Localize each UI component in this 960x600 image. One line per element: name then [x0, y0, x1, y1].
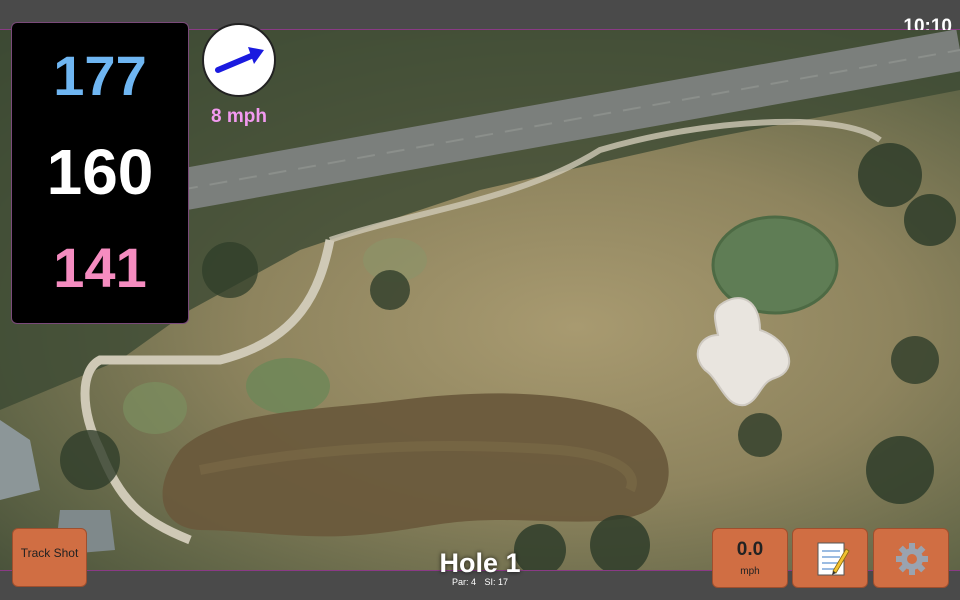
track-shot-button[interactable]: Track Shot [12, 528, 87, 587]
distance-middle: 160 [46, 136, 154, 208]
distance-front: 141 [53, 236, 147, 299]
speed-value: 0.0 [736, 539, 764, 560]
distance-panel: 177 160 141 [11, 22, 189, 324]
hole-info: Par: 4 SI: 17 [380, 577, 580, 587]
track-shot-label: Track Shot [20, 546, 79, 560]
distance-back: 177 [53, 44, 147, 107]
notepad-icon [817, 542, 850, 576]
speed-button[interactable]: 0.0 mph [712, 528, 788, 588]
gear-icon [896, 543, 928, 575]
hole-par: Par: 4 [451, 577, 476, 587]
wind-direction-arrow-icon [215, 47, 264, 73]
speed-unit: mph [740, 566, 760, 577]
wind-speed: 8 mph [211, 106, 267, 127]
hole-stroke-index: SI: 17 [484, 577, 509, 587]
hole-title: Hole 1 [439, 548, 521, 578]
wind-direction-dial[interactable] [202, 23, 276, 97]
notes-button[interactable] [792, 528, 868, 588]
settings-button[interactable] [873, 528, 949, 588]
